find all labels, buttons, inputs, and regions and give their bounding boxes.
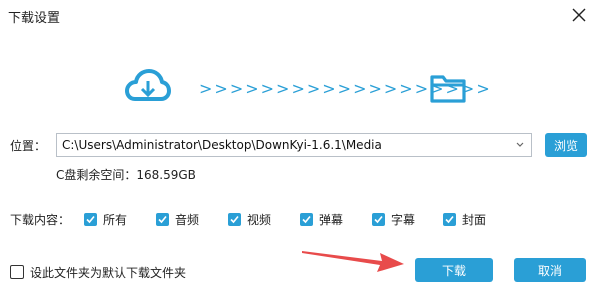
- free-space-text: C盘剩余空间：168.59GB: [56, 168, 196, 182]
- checkbox-checked-icon: [443, 212, 456, 226]
- option-label: 封面: [462, 212, 487, 227]
- browse-button[interactable]: 浏览: [545, 133, 587, 157]
- default-folder-label: 设此文件夹为默认下载文件夹: [30, 265, 187, 280]
- path-row: 位置：: [10, 133, 46, 157]
- red-arrow-pointer: [302, 251, 404, 272]
- content-row: 下载内容：: [10, 210, 70, 228]
- option-subtitle[interactable]: 字幕: [372, 210, 415, 228]
- checkbox-checked-icon: [228, 212, 241, 226]
- option-label: 弹幕: [319, 212, 344, 227]
- content-label: 下载内容：: [10, 212, 71, 227]
- checkbox-checked-icon: [84, 212, 97, 226]
- option-danmaku[interactable]: 弹幕: [300, 210, 343, 228]
- option-label: 视频: [247, 212, 272, 227]
- cloud-download-icon: [125, 69, 171, 101]
- option-all[interactable]: 所有: [84, 210, 127, 228]
- option-video[interactable]: 视频: [228, 210, 271, 228]
- download-button[interactable]: 下载: [415, 258, 493, 282]
- path-select[interactable]: C:\Users\Administrator\Desktop\DownKyi-1…: [56, 133, 532, 157]
- option-audio[interactable]: 音频: [156, 210, 199, 228]
- option-label: 音频: [175, 212, 200, 227]
- default-folder-checkbox[interactable]: 设此文件夹为默认下载文件夹: [10, 264, 186, 280]
- checkbox-checked-icon: [372, 212, 385, 226]
- checkbox-checked-icon: [300, 212, 313, 226]
- checkbox-unchecked-icon: [10, 265, 24, 279]
- path-label: 位置：: [10, 138, 47, 153]
- hero: >>>>>>>>>>>>>>>>>>>: [0, 0, 600, 120]
- option-cover[interactable]: 封面: [443, 210, 486, 228]
- folder-icon: [430, 75, 466, 103]
- option-label: 所有: [103, 212, 128, 227]
- chevron-down-icon: [516, 142, 524, 147]
- path-value: C:\Users\Administrator\Desktop\DownKyi-1…: [62, 138, 382, 152]
- option-label: 字幕: [391, 212, 416, 227]
- checkbox-checked-icon: [156, 212, 169, 226]
- cancel-button[interactable]: 取消: [514, 258, 586, 282]
